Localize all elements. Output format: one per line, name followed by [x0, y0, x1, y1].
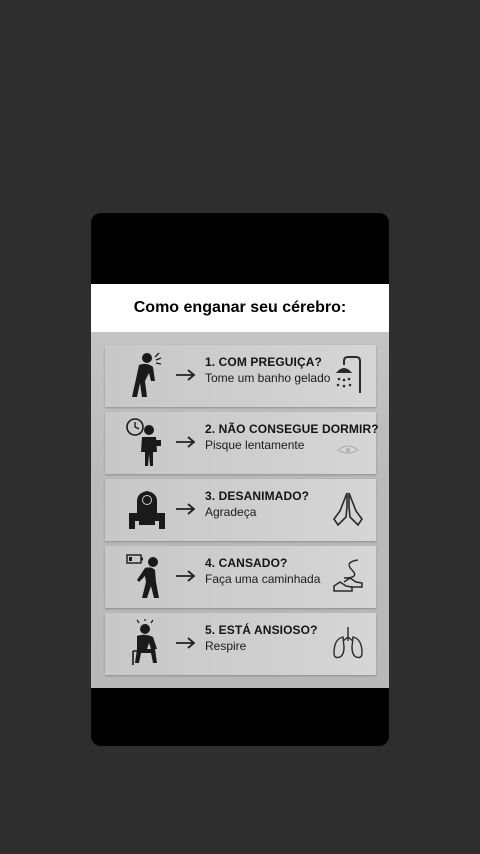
- lungs-icon: [333, 627, 363, 659]
- person-clock-icon: [126, 418, 161, 466]
- low-battery-person-icon: [126, 554, 159, 598]
- shower-icon: [336, 356, 361, 393]
- tip-row-3: 3. DESANIMADO? Agradeça: [105, 479, 376, 541]
- arrow-right-icon: [176, 503, 196, 515]
- story-card: Como enganar seu cérebro: 1. COM PREGUIÇ…: [91, 213, 389, 746]
- tip-row-4: 4. CANSADO? Faça uma caminhada: [105, 546, 376, 608]
- arrow-right-icon: [176, 436, 196, 448]
- sneakers-path-icon: [333, 559, 363, 592]
- arrow-right-icon: [176, 369, 196, 381]
- arrow-right-icon: [176, 570, 196, 582]
- closed-eye-icon: [336, 445, 360, 454]
- page-title: Como enganar seu cérebro:: [133, 299, 347, 316]
- sitting-sad-person-icon: [129, 491, 165, 529]
- praying-hands-icon: [333, 492, 363, 527]
- tip-row-1: 1. COM PREGUIÇA? Tome um banho gelado: [105, 345, 376, 407]
- tip-row-2: 2. NÃO CONSEGUE DORMIR? Pisque lentament…: [105, 412, 379, 474]
- title-bar: Como enganar seu cérebro:: [91, 284, 389, 332]
- tip-row-5: 5. ESTÁ ANSIOSO? Respire: [105, 613, 376, 675]
- arrow-right-icon: [176, 637, 196, 649]
- tired-person-icon: [132, 352, 162, 397]
- anxious-person-icon: [132, 619, 157, 665]
- tips-panel: 1. COM PREGUIÇA? Tome um banho gelado 2.…: [91, 332, 389, 688]
